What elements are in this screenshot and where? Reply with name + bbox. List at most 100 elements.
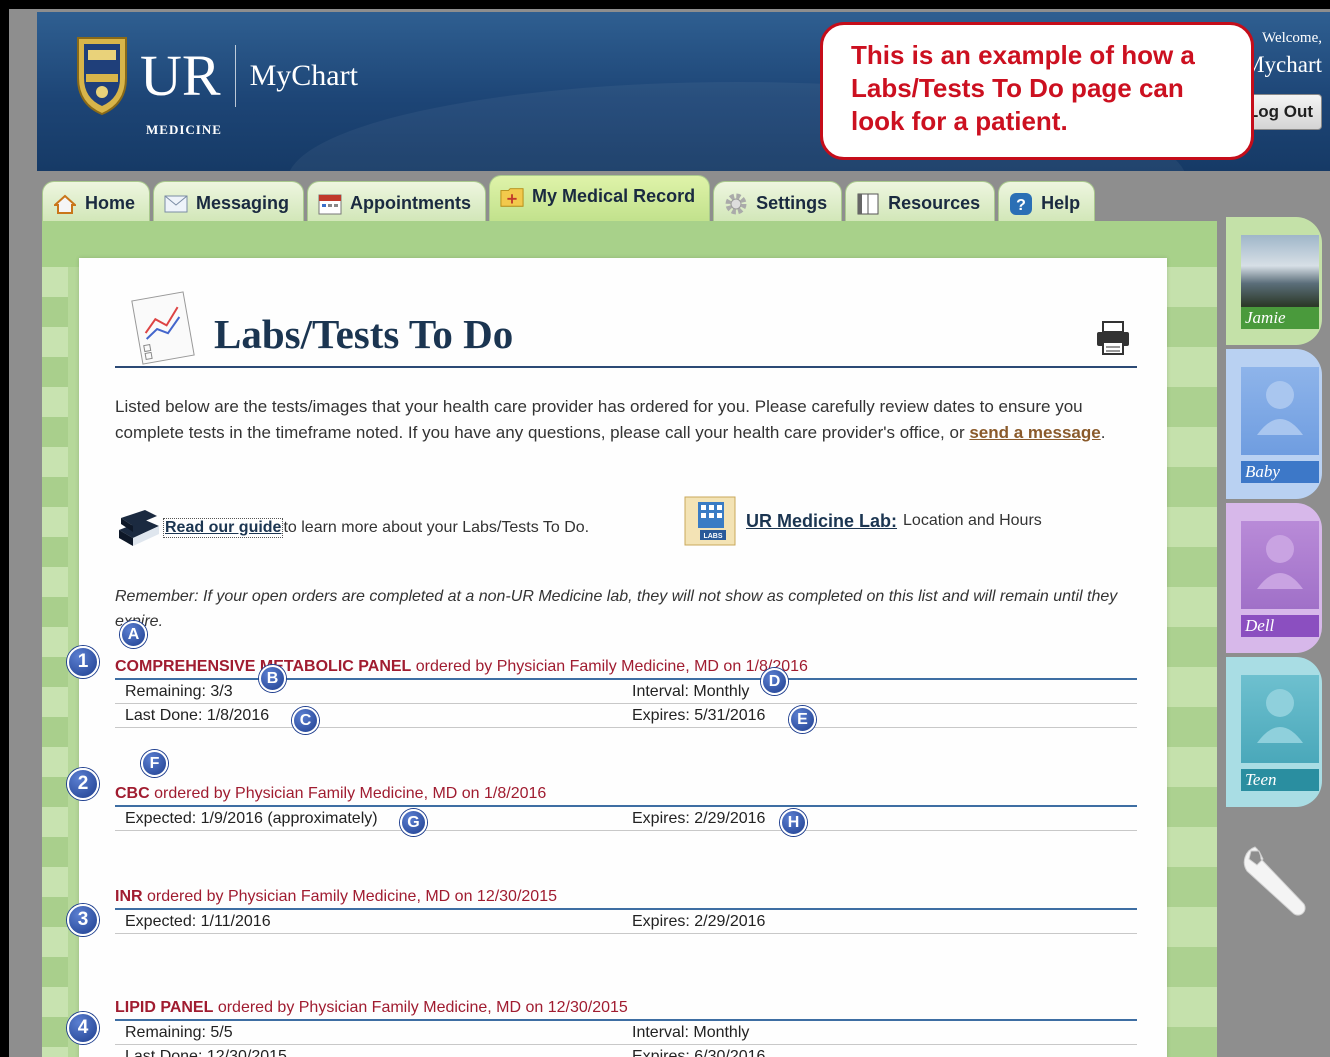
decorative-vine-left — [42, 267, 68, 1057]
ordered-by: ordered by Physician Family Medicine, MD… — [411, 658, 808, 675]
interval-value: Interval: Monthly — [632, 682, 750, 700]
remaining-value: Remaining: 5/5 — [125, 1023, 233, 1041]
home-icon — [53, 193, 77, 215]
order-header: INR ordered by Physician Family Medicine… — [115, 888, 1137, 910]
page-title: Labs/Tests To Do — [214, 311, 514, 357]
ordered-by: ordered by Physician Family Medicine, MD… — [213, 999, 628, 1016]
tab-label: Home — [85, 193, 136, 213]
order-detail-row: Remaining: 5/5 Interval: Monthly — [115, 1021, 1137, 1045]
test-name[interactable]: LIPID PANEL — [115, 999, 213, 1016]
avatar-placeholder — [1241, 521, 1319, 609]
logo-divider — [234, 45, 236, 107]
read-guide-link[interactable]: Read our guide — [163, 518, 284, 538]
last-done-value: Last Done: 12/30/2015 — [125, 1047, 287, 1057]
ur-medicine-lab-link[interactable]: UR Medicine Lab: — [746, 511, 897, 532]
intro-paragraph: Listed below are the tests/images that y… — [115, 394, 1125, 446]
welcome-username: Mychart — [1244, 52, 1322, 77]
test-name[interactable]: INR — [115, 888, 143, 905]
avatar-placeholder — [1241, 675, 1319, 763]
tab-label: My Medical Record — [532, 186, 696, 206]
order-detail-row: Last Done: 12/30/2015 Expires: 6/30/2016 — [115, 1045, 1137, 1057]
person-silhouette-icon — [1257, 535, 1303, 589]
welcome-label: Welcome, — [1261, 30, 1322, 46]
title-divider — [115, 366, 1137, 368]
annotation-badge-b: B — [259, 665, 286, 692]
svg-text:?: ? — [1016, 197, 1026, 214]
book-icon — [856, 193, 880, 215]
annotation-badge-4: 4 — [67, 1012, 99, 1044]
browser-frame: UR MEDICINE MyChart This is an example o… — [9, 9, 1330, 1057]
avatar-placeholder — [1241, 367, 1319, 455]
profile-tab-dell[interactable]: Dell — [1226, 503, 1322, 653]
printer-icon[interactable] — [1093, 318, 1133, 358]
folder-icon — [500, 186, 524, 208]
guide-text: to learn more about your Labs/Tests To D… — [283, 519, 590, 536]
labs-building-icon[interactable]: LABS — [684, 496, 736, 546]
callout-line: Labs/Tests To Do page can — [851, 73, 1184, 103]
ur-medicine-logo[interactable]: UR MEDICINE MyChart — [72, 34, 358, 138]
profile-label: Dell — [1241, 615, 1319, 637]
annotation-badge-h: H — [780, 809, 807, 836]
annotation-badge-e: E — [789, 706, 816, 733]
profile-label: Baby — [1241, 461, 1319, 483]
annotation-badge-1: 1 — [67, 646, 99, 678]
expected-value: Expected: 1/9/2016 (approximately) — [125, 809, 378, 827]
tab-label: Appointments — [350, 193, 472, 213]
envelope-icon — [164, 193, 188, 215]
person-silhouette-icon — [1257, 381, 1303, 435]
tab-label: Messaging — [196, 193, 290, 213]
wrench-icon[interactable] — [1237, 841, 1317, 921]
order-item: INR ordered by Physician Family Medicine… — [115, 888, 1137, 934]
tab-label: Resources — [888, 193, 981, 213]
example-callout: This is an example of how a Labs/Tests T… — [820, 22, 1254, 160]
expires-value: Expires: 6/30/2016 — [632, 1047, 766, 1057]
tab-help[interactable]: ? Help — [998, 181, 1096, 225]
profile-label: Jamie — [1241, 307, 1319, 329]
intro-text: Listed below are the tests/images that y… — [115, 397, 1083, 442]
tab-my-medical-record[interactable]: My Medical Record — [489, 175, 711, 225]
expected-value: Expected: 1/11/2016 — [125, 912, 271, 930]
remaining-value: Remaining: 3/3 — [125, 682, 233, 700]
order-item: LIPID PANEL ordered by Physician Family … — [115, 999, 1137, 1057]
calendar-icon — [318, 193, 342, 215]
order-header: CBC ordered by Physician Family Medicine… — [115, 785, 1137, 807]
ordered-by: ordered by Physician Family Medicine, MD… — [149, 785, 547, 802]
remember-note: Remember: If your open orders are comple… — [115, 588, 1118, 630]
tab-home[interactable]: Home — [42, 181, 151, 225]
lab-location-row: LABS UR Medicine Lab: Location and Hours — [684, 496, 1042, 546]
decorative-vine-right — [1167, 267, 1217, 1057]
profile-tab-baby[interactable]: Baby — [1226, 349, 1322, 499]
expires-value: Expires: 2/29/2016 — [632, 809, 766, 827]
intro-end: . — [1100, 423, 1106, 442]
annotation-badge-2: 2 — [67, 768, 99, 800]
profile-tab-jamie[interactable]: Jamie — [1226, 217, 1322, 345]
annotation-badge-3: 3 — [67, 904, 99, 936]
test-name[interactable]: CBC — [115, 785, 150, 802]
app-header: UR MEDICINE MyChart This is an example o… — [37, 12, 1330, 171]
annotation-badge-c: C — [292, 707, 319, 734]
gear-icon — [724, 193, 748, 215]
callout-line: This is an example of how a — [851, 40, 1195, 70]
tab-label: Settings — [756, 193, 828, 213]
profile-label: Teen — [1241, 769, 1319, 791]
annotation-badge-g: G — [400, 809, 427, 836]
labs-content: Labs/Tests To Do Listed below are the te… — [79, 258, 1167, 1057]
callout-line: look for a patient. — [851, 106, 1068, 136]
tab-resources[interactable]: Resources — [845, 181, 996, 225]
interval-value: Interval: Monthly — [632, 1023, 750, 1041]
help-icon: ? — [1009, 192, 1033, 215]
ur-letters: UR MEDICINE — [140, 47, 221, 138]
person-silhouette-icon — [1257, 689, 1303, 743]
expires-value: Expires: 2/29/2016 — [632, 912, 766, 930]
expires-value: Expires: 5/31/2016 — [632, 706, 766, 724]
send-message-link[interactable]: send a message — [969, 423, 1100, 442]
order-header: LIPID PANEL ordered by Physician Family … — [115, 999, 1137, 1021]
guide-row: Read our guide to learn more about your … — [115, 506, 589, 550]
annotation-badge-d: D — [761, 668, 788, 695]
tab-appointments[interactable]: Appointments — [307, 181, 487, 225]
tab-settings[interactable]: Settings — [713, 181, 843, 225]
book-stack-icon — [119, 510, 159, 546]
main-nav-tabs: Home Messaging Appointments My Medical R… — [42, 173, 1098, 225]
tab-messaging[interactable]: Messaging — [153, 181, 305, 225]
profile-tab-teen[interactable]: Teen — [1226, 657, 1322, 807]
